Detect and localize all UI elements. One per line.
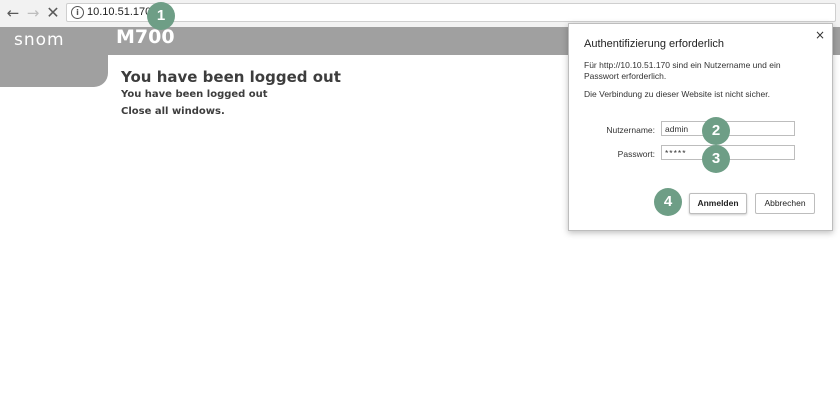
dialog-security-warning: Die Verbindung zu dieser Website ist nic… <box>584 89 770 99</box>
device-model-title: M700 <box>116 26 175 48</box>
callout-badge-1: 1 <box>147 2 175 30</box>
close-icon[interactable]: × <box>815 28 825 42</box>
callout-badge-2: 2 <box>702 117 730 145</box>
page-title: You have been logged out <box>121 68 341 86</box>
url-text[interactable]: 10.10.51.170 <box>87 6 151 18</box>
logged-out-message: You have been logged out <box>121 89 268 100</box>
callout-badge-3: 3 <box>702 145 730 173</box>
close-windows-message: Close all windows. <box>121 106 225 117</box>
dialog-description: Für http://10.10.51.170 sind ein Nutzern… <box>584 60 781 81</box>
snom-logo: snom <box>14 30 65 50</box>
password-label: Passwort: <box>617 149 655 159</box>
header-tab-decoration <box>0 55 108 87</box>
stop-loading-icon[interactable]: ✕ <box>44 4 62 22</box>
address-bar[interactable]: i 10.10.51.170 <box>66 3 836 22</box>
back-arrow-icon[interactable]: ← <box>4 4 22 22</box>
dialog-title: Authentifizierung erforderlich <box>584 38 725 50</box>
login-button[interactable]: Anmelden <box>689 193 747 214</box>
forward-arrow-icon[interactable]: → <box>24 4 42 22</box>
callout-badge-4: 4 <box>654 188 682 216</box>
site-info-icon[interactable]: i <box>71 6 84 19</box>
cancel-button[interactable]: Abbrechen <box>755 193 815 214</box>
auth-dialog: × Authentifizierung erforderlich Für htt… <box>568 23 833 231</box>
username-label: Nutzername: <box>606 125 655 135</box>
